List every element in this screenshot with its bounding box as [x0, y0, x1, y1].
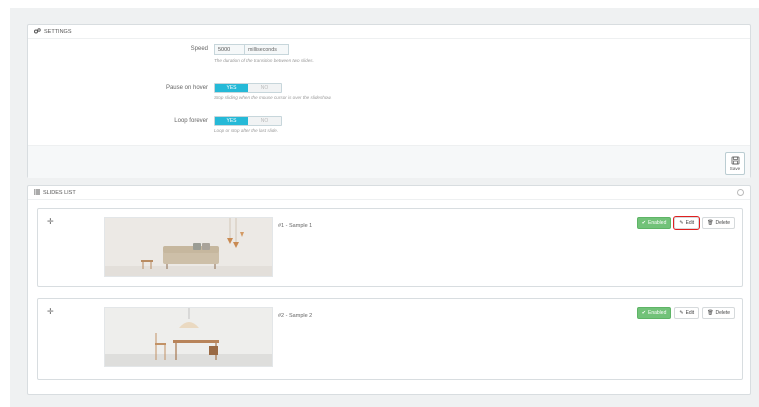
save-button[interactable]: Save [725, 152, 745, 175]
delete-label-2: Delete [715, 310, 730, 316]
check-icon: ✔ [641, 220, 646, 226]
slide-thumbnail-2 [104, 307, 273, 367]
slides-heading-label: SLIDES LIST [43, 189, 76, 196]
slide-thumbnail-1 [104, 217, 273, 277]
slide-actions-2: ✔ Enabled ✎ Edit 🗑 Delete [636, 307, 735, 319]
delete-label-1: Delete [715, 220, 730, 226]
loop-forever-yes[interactable]: YES [215, 117, 248, 125]
settings-heading: SETTINGS [28, 25, 750, 39]
slide-title-1: #1 - Sample 1 [278, 223, 313, 229]
enabled-label-2: Enabled [648, 310, 667, 316]
loop-forever-help: Loop or stop after the last slide. [214, 128, 279, 133]
move-icon[interactable]: ✛ [47, 307, 54, 316]
loop-forever-no[interactable]: NO [248, 117, 281, 125]
left-strip [0, 8, 10, 407]
panel-collapse-icon[interactable] [737, 189, 744, 196]
loop-forever-switch[interactable]: YES NO [214, 116, 282, 126]
delete-button-2[interactable]: 🗑 Delete [702, 307, 735, 319]
settings-footer: Save [28, 145, 750, 178]
list-icon [34, 189, 40, 197]
edit-button-2[interactable]: ✎ Edit [674, 307, 700, 319]
edit-icon: ✎ [679, 310, 684, 316]
enabled-label-1: Enabled [648, 220, 667, 226]
pause-on-hover-help: Stop sliding when the mouse cursor is ov… [214, 95, 332, 100]
speed-input-group: 5000 milliseconds [214, 44, 289, 55]
speed-input[interactable]: 5000 [214, 44, 245, 55]
pause-on-hover-yes[interactable]: YES [215, 84, 248, 92]
slides-panel: SLIDES LIST ✛ #1 - Sample 1 ✔ Enabled ✎ … [27, 185, 751, 395]
save-label: Save [729, 166, 741, 171]
save-icon [731, 156, 740, 166]
pause-on-hover-switch[interactable]: YES NO [214, 83, 282, 93]
settings-heading-label: SETTINGS [44, 28, 72, 35]
speed-help: The duration of the transition between t… [214, 58, 314, 63]
enabled-toggle-1[interactable]: ✔ Enabled [636, 217, 672, 229]
edit-button-1[interactable]: ✎ Edit [673, 216, 701, 230]
pause-on-hover-no[interactable]: NO [248, 84, 281, 92]
settings-panel: SETTINGS Speed 5000 milliseconds The dur… [27, 24, 751, 178]
enabled-toggle-2[interactable]: ✔ Enabled [636, 307, 672, 319]
slide-title-2: #2 - Sample 2 [278, 313, 313, 319]
slides-heading: SLIDES LIST [28, 186, 750, 200]
move-icon[interactable]: ✛ [47, 217, 54, 226]
slide-item-1: ✛ #1 - Sample 1 ✔ Enabled ✎ Edit 🗑 Delet… [37, 208, 743, 287]
slide-actions-1: ✔ Enabled ✎ Edit 🗑 Delete [636, 216, 735, 230]
edit-label-1: Edit [685, 220, 695, 226]
speed-unit: milliseconds [245, 44, 289, 55]
loop-forever-label: Loop forever [174, 118, 208, 124]
trash-icon: 🗑 [707, 220, 714, 226]
slide-item-2: ✛ #2 - Sample 2 ✔ Enabled ✎ Edit 🗑 Delet… [37, 298, 743, 380]
trash-icon: 🗑 [707, 310, 714, 316]
speed-label: Speed [190, 46, 208, 52]
pause-on-hover-label: Pause on hover [165, 85, 208, 91]
delete-button-1[interactable]: 🗑 Delete [702, 217, 735, 229]
edit-label-2: Edit [685, 310, 695, 316]
top-strip [0, 0, 759, 8]
check-icon: ✔ [641, 310, 646, 316]
cogs-icon [34, 27, 41, 36]
edit-icon: ✎ [679, 220, 684, 226]
